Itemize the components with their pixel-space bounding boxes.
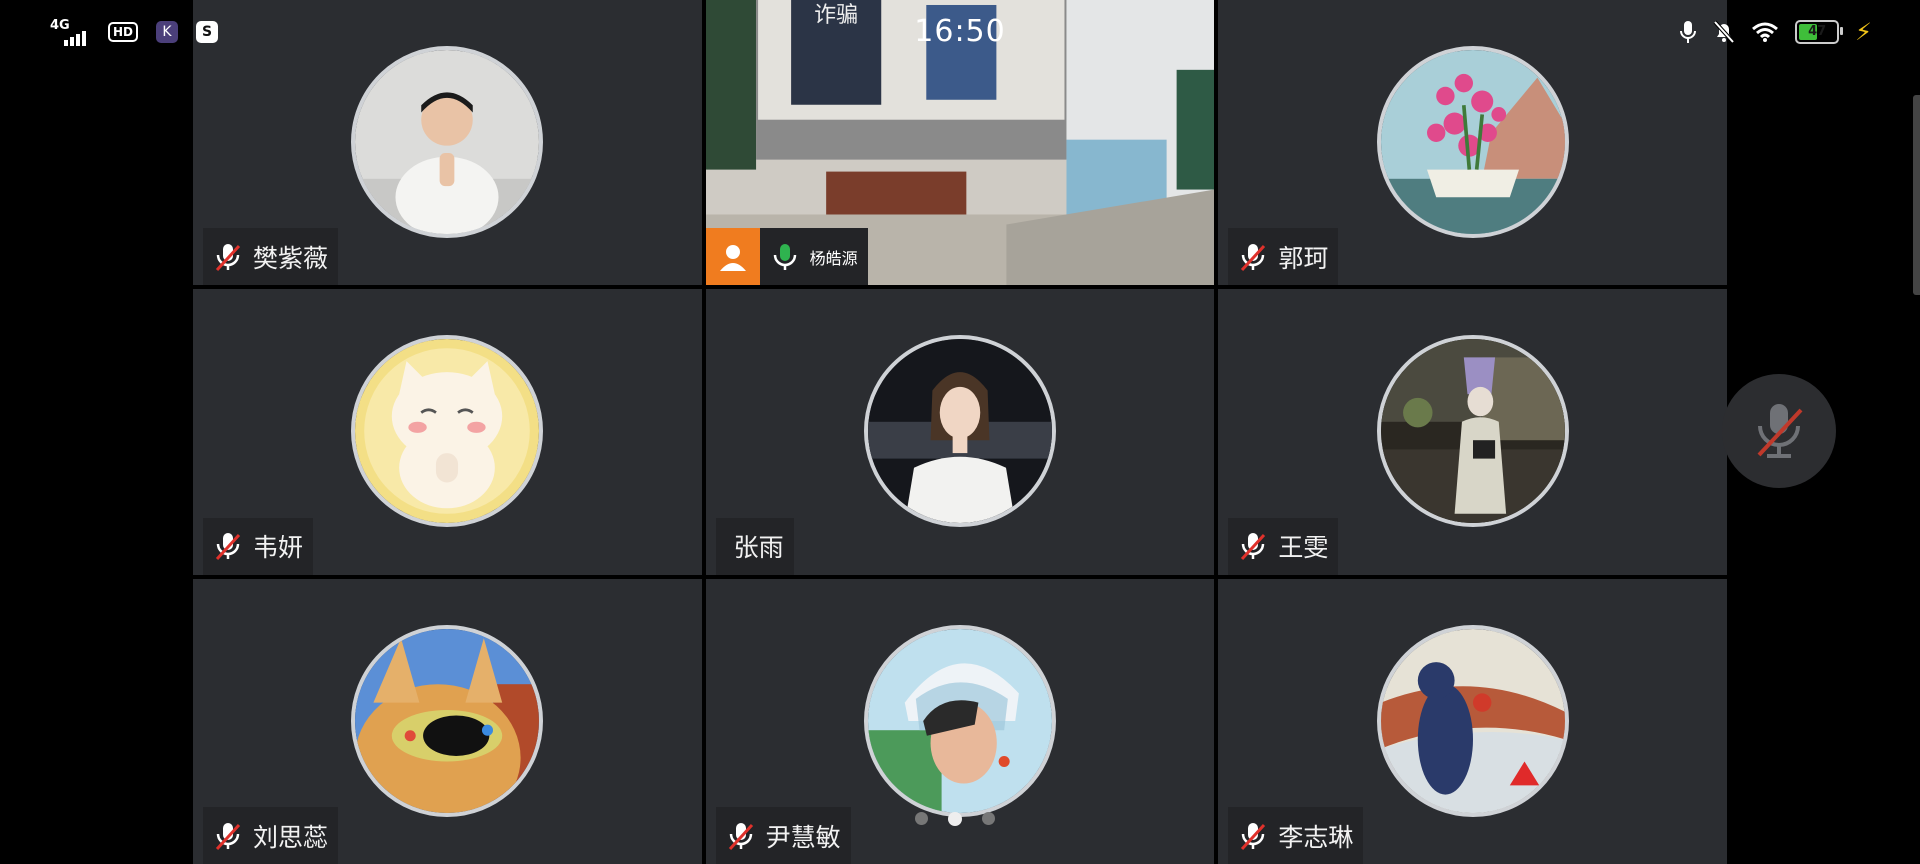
silent-bell-icon — [1713, 20, 1735, 44]
status-time: 16:50 — [914, 14, 1006, 49]
battery-level: 47 — [1808, 24, 1827, 39]
bear-painting-image — [1380, 628, 1565, 813]
nameplate: 刘思蕊 — [203, 807, 339, 864]
avatar — [1376, 46, 1569, 238]
woman-portrait-image — [867, 339, 1052, 524]
participant-name: 李志琳 — [1278, 822, 1354, 852]
boy-praying-image — [355, 50, 540, 234]
helmet-boy-image — [867, 628, 1052, 813]
mic-muted-icon — [1241, 822, 1266, 850]
mic-muted-icon — [728, 822, 753, 850]
night-street-image — [1380, 339, 1565, 524]
page-dot[interactable] — [915, 812, 928, 825]
host-person-icon — [705, 228, 760, 286]
mic-muted-icon — [215, 822, 241, 850]
participant-tile[interactable]: 刘思蕊 — [193, 578, 702, 864]
participant-name: 尹慧敏 — [765, 822, 841, 852]
mic-muted-icon — [215, 243, 241, 271]
nameplate: 张雨 — [715, 517, 794, 575]
participant-name: 郭珂 — [1278, 243, 1329, 273]
participant-grid: 樊紫薇 诈骗 杨皓源 郭珂 韦妍 张雨 王雯 刘思蕊 尹慧敏 李志琳 — [193, 0, 1727, 864]
participant-name: 杨皓源 — [809, 248, 858, 268]
participant-tile[interactable]: 韦妍 — [193, 289, 702, 575]
mic-active-icon — [773, 243, 796, 270]
status-right: 47 ⚡ — [1679, 18, 1872, 46]
dog-sunglasses-image — [355, 628, 540, 813]
nameplate: 樊紫薇 — [203, 228, 339, 286]
participant-tile[interactable]: 王雯 — [1218, 289, 1727, 575]
charging-bolt-icon: ⚡ — [1855, 18, 1872, 46]
avatar — [351, 335, 544, 528]
nameplate: 王雯 — [1228, 517, 1339, 575]
wifi-icon — [1752, 22, 1779, 42]
participant-tile[interactable]: 张雨 — [705, 289, 1215, 575]
participant-name: 张雨 — [733, 533, 784, 563]
participant-tile[interactable]: 李志琳 — [1218, 578, 1727, 864]
edge-handle[interactable] — [1913, 95, 1920, 295]
mute-toggle-button[interactable] — [1722, 374, 1836, 488]
mic-muted-icon — [1241, 533, 1266, 561]
mic-status-icon — [1680, 21, 1697, 43]
participant-name: 樊紫薇 — [253, 243, 329, 273]
participant-name: 王雯 — [1278, 533, 1329, 563]
status-bar: 4G HD K S 16:50 47 ⚡ — [0, 0, 1920, 66]
avatar — [351, 624, 544, 817]
nameplate: 韦妍 — [203, 517, 314, 575]
participant-name: 刘思蕊 — [253, 822, 329, 852]
participant-name: 韦妍 — [253, 533, 304, 563]
nameplate: 郭珂 — [1228, 228, 1339, 286]
cartoon-cat-image — [355, 339, 540, 524]
nameplate: 李志琳 — [1228, 807, 1364, 864]
page-indicator[interactable] — [915, 812, 995, 826]
avatar — [1376, 335, 1569, 528]
battery-icon: 47 — [1795, 20, 1844, 44]
mic-muted-icon — [1757, 404, 1803, 458]
avatar — [1376, 624, 1569, 817]
avatar — [351, 46, 544, 238]
flowers-painting-image — [1380, 50, 1565, 234]
avatar — [863, 624, 1056, 817]
mic-muted-icon — [215, 533, 241, 561]
nameplate: 杨皓源 — [705, 228, 868, 286]
avatar — [863, 335, 1056, 528]
mic-muted-icon — [1241, 243, 1266, 271]
page-dot[interactable] — [982, 812, 995, 825]
nameplate: 尹慧敏 — [715, 807, 851, 864]
page-dot-active[interactable] — [948, 812, 962, 826]
